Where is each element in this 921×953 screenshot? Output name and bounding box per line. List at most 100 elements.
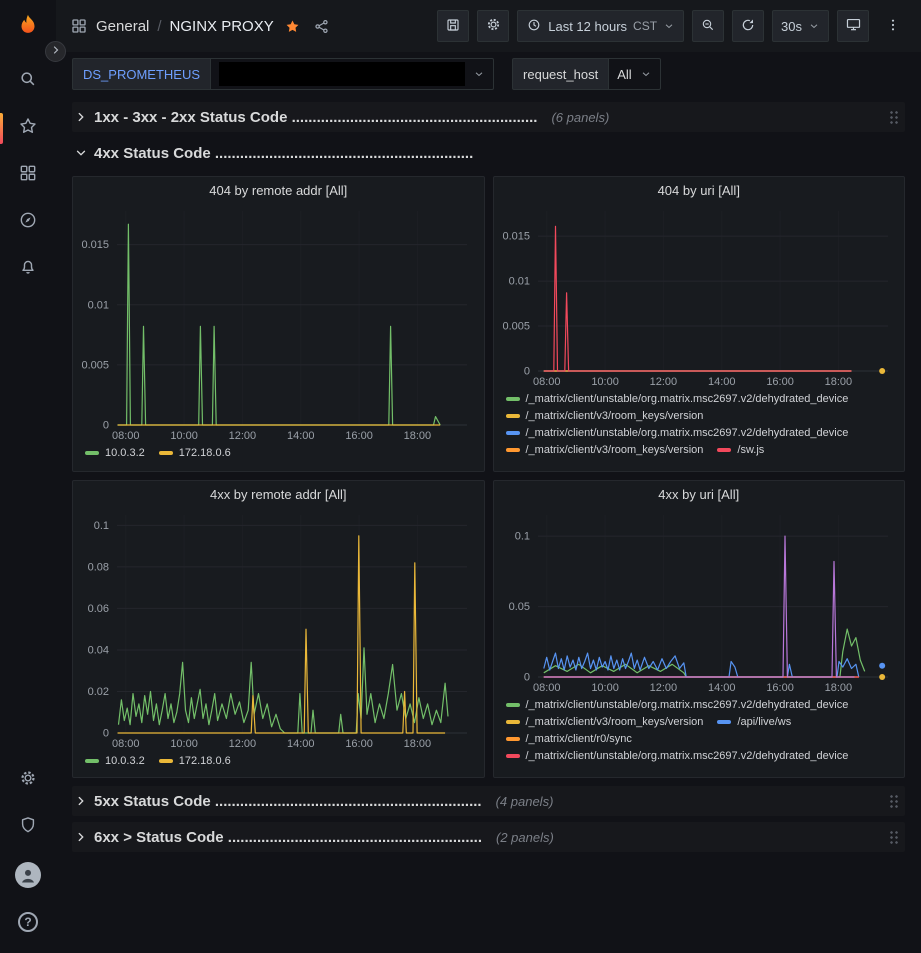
search-icon [18, 69, 38, 94]
sidebar-item-search[interactable] [0, 58, 56, 105]
legend-item[interactable]: /api/live/ws [717, 714, 791, 730]
sidebar-expand-button[interactable] [45, 41, 66, 62]
panel-grid: 404 by remote addr [All] 00.0050.010.015… [72, 176, 905, 778]
legend-color-swatch [506, 720, 520, 724]
svg-text:16:00: 16:00 [766, 376, 794, 388]
legend-color-swatch [85, 759, 99, 763]
sidebar-item-profile[interactable] [0, 851, 56, 898]
zoom-out-button[interactable] [692, 10, 724, 42]
svg-text:0.01: 0.01 [508, 276, 529, 288]
save-dashboard-button[interactable] [437, 10, 469, 42]
legend-item[interactable]: 10.0.3.2 [85, 445, 145, 461]
legend-item[interactable]: /_matrix/client/unstable/org.matrix.msc2… [506, 697, 849, 713]
row-drag-handle[interactable] [888, 793, 899, 810]
svg-text:12:00: 12:00 [649, 376, 677, 388]
refresh-interval-dropdown[interactable]: 30s [772, 10, 829, 42]
refresh-icon [740, 17, 756, 36]
grafana-logo-icon[interactable] [11, 10, 45, 44]
time-range-picker[interactable]: Last 12 hours CST [517, 10, 684, 42]
chevron-down-icon [640, 68, 652, 80]
row-panel-count: (2 panels) [496, 830, 554, 845]
svg-text:0.005: 0.005 [502, 321, 530, 333]
legend-item[interactable]: 172.18.0.6 [159, 445, 231, 461]
grafana-app: ? General / NGINX PROXY [0, 0, 921, 953]
legend-series-name: /_matrix/client/v3/room_keys/version [526, 714, 704, 730]
favorite-star-icon[interactable] [284, 18, 301, 35]
legend-item[interactable]: /_matrix/client/unstable/org.matrix.msc2… [506, 748, 849, 764]
legend-series-name: /sw.js [737, 442, 764, 458]
legend-color-swatch [717, 448, 731, 452]
panel-header[interactable]: 4xx by uri [All] [494, 481, 905, 507]
svg-text:0.015: 0.015 [502, 231, 530, 243]
panel-404-by-uri: 404 by uri [All] 00.0050.010.01508:0010:… [493, 176, 906, 472]
refresh-interval-label: 30s [781, 19, 802, 34]
legend-item[interactable]: 172.18.0.6 [159, 753, 231, 769]
sidebar-item-help[interactable]: ? [0, 898, 56, 945]
sidebar-item-alerting[interactable] [0, 246, 56, 293]
panel-header[interactable]: 404 by remote addr [All] [73, 177, 484, 203]
breadcrumb-section[interactable]: General [96, 18, 149, 35]
sidebar-item-configuration[interactable] [0, 757, 56, 804]
time-series-chart[interactable]: 00.050.108:0010:0012:0014:0016:0018:00 [498, 507, 900, 695]
sidebar-item-explore[interactable] [0, 199, 56, 246]
dashboard-row-5xx[interactable]: 5xx Status Code ........................… [72, 786, 905, 816]
panel-title-text: 4xx by uri [All] [658, 487, 739, 502]
legend-item[interactable]: /_matrix/client/v3/room_keys/version [506, 714, 704, 730]
row-drag-handle[interactable] [888, 829, 899, 846]
sidebar-item-server-admin[interactable] [0, 804, 56, 851]
legend-item[interactable]: /sw.js [717, 442, 764, 458]
toolbar-kebab-menu[interactable] [877, 10, 909, 42]
panel-legend: /_matrix/client/unstable/org.matrix.msc2… [494, 389, 905, 466]
svg-text:0: 0 [523, 672, 529, 684]
request-host-value-dropdown[interactable]: All [608, 58, 660, 90]
legend-color-swatch [506, 703, 520, 707]
kebab-icon [885, 17, 901, 36]
shield-icon [18, 815, 38, 840]
legend-series-name: /_matrix/client/v3/room_keys/version [526, 408, 704, 424]
svg-text:0.06: 0.06 [88, 603, 109, 615]
datasource-variable-label[interactable]: DS_PROMETHEUS [72, 58, 210, 90]
time-series-chart[interactable]: 00.0050.010.01508:0010:0012:0014:0016:00… [77, 203, 479, 443]
legend-color-swatch [506, 737, 520, 741]
legend-item[interactable]: 10.0.3.2 [85, 753, 145, 769]
breadcrumb-separator: / [157, 18, 161, 35]
legend-color-swatch [159, 759, 173, 763]
datasource-value-dropdown[interactable] [210, 58, 494, 90]
kiosk-mode-button[interactable] [837, 10, 869, 42]
panel-title-text: 404 by uri [All] [658, 183, 740, 198]
legend-series-name: /_matrix/client/unstable/org.matrix.msc2… [526, 425, 849, 441]
row-title: 5xx Status Code ........................… [94, 793, 482, 810]
svg-text:10:00: 10:00 [591, 682, 619, 694]
legend-item[interactable]: /_matrix/client/unstable/org.matrix.msc2… [506, 425, 849, 441]
chevron-down-icon [808, 20, 820, 32]
legend-item[interactable]: /_matrix/client/unstable/org.matrix.msc2… [506, 391, 849, 407]
dashboard-row-4xx[interactable]: 4xx Status Code ........................… [72, 138, 905, 168]
legend-item[interactable]: /_matrix/client/r0/sync [506, 731, 632, 747]
panel-title-text: 404 by remote addr [All] [209, 183, 347, 198]
sidebar-item-starred[interactable] [0, 105, 56, 152]
legend-series-name: /api/live/ws [737, 714, 791, 730]
request-host-variable-label[interactable]: request_host [512, 58, 608, 90]
refresh-button[interactable] [732, 10, 764, 42]
chevron-right-icon [50, 44, 62, 59]
legend-item[interactable]: /_matrix/client/v3/room_keys/version [506, 408, 704, 424]
time-range-label: Last 12 hours [548, 19, 627, 34]
dashboard-settings-button[interactable] [477, 10, 509, 42]
legend-series-name: 10.0.3.2 [105, 753, 145, 769]
svg-text:12:00: 12:00 [229, 738, 257, 750]
dashboard-row-1xx-3xx-2xx[interactable]: 1xx - 3xx - 2xx Status Code ............… [72, 102, 905, 132]
panel-header[interactable]: 404 by uri [All] [494, 177, 905, 203]
panel-title-text: 4xx by remote addr [All] [210, 487, 347, 502]
panel-header[interactable]: 4xx by remote addr [All] [73, 481, 484, 507]
sidebar: ? [0, 0, 56, 953]
dashboard-row-6xx[interactable]: 6xx > Status Code ......................… [72, 822, 905, 852]
time-series-chart[interactable]: 00.020.040.060.080.108:0010:0012:0014:00… [77, 507, 479, 751]
sidebar-bottom: ? [0, 757, 56, 953]
time-series-chart[interactable]: 00.0050.010.01508:0010:0012:0014:0016:00… [498, 203, 900, 389]
share-icon[interactable] [313, 18, 330, 35]
row-drag-handle[interactable] [888, 109, 899, 126]
panel-legend: 10.0.3.2 172.18.0.6 [73, 751, 484, 777]
sidebar-item-dashboards[interactable] [0, 152, 56, 199]
star-icon [18, 116, 38, 141]
legend-item[interactable]: /_matrix/client/v3/room_keys/version [506, 442, 704, 458]
